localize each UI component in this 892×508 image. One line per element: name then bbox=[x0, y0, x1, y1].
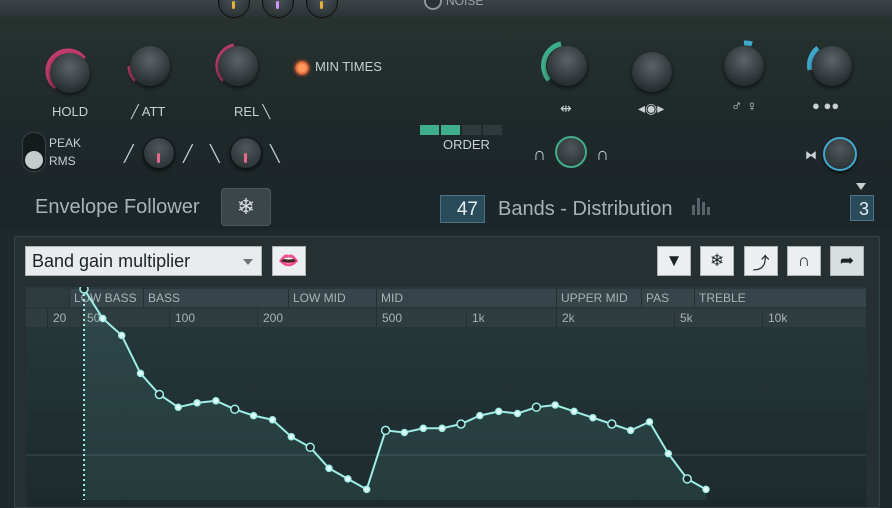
min-times-label: MIN TIMES bbox=[315, 59, 382, 74]
curve-point[interactable] bbox=[230, 404, 240, 415]
order-value[interactable]: 3 bbox=[850, 195, 874, 221]
curve-point[interactable] bbox=[174, 403, 182, 411]
lips-button[interactable]: 👄 bbox=[272, 246, 306, 276]
curve-point[interactable] bbox=[645, 418, 654, 426]
magnet-icon: ∩ bbox=[797, 251, 811, 270]
order-caret-icon[interactable] bbox=[856, 183, 866, 190]
curve-point[interactable] bbox=[494, 407, 503, 416]
curve-point[interactable] bbox=[99, 314, 107, 323]
mode-select-value: Band gain multiplier bbox=[32, 251, 191, 271]
curve-point[interactable] bbox=[362, 485, 371, 494]
order-label: ORDER bbox=[443, 137, 490, 152]
curve-icon: ⤴ bbox=[752, 253, 770, 273]
shape-small-knob[interactable] bbox=[555, 136, 587, 168]
dropdown-button[interactable]: ▼ bbox=[657, 246, 691, 276]
curve-point[interactable] bbox=[513, 409, 522, 418]
snowflake-icon: ❄ bbox=[236, 194, 256, 219]
curve-point[interactable] bbox=[380, 425, 391, 436]
magnet-button[interactable]: ∩ bbox=[787, 246, 821, 276]
curve-point[interactable] bbox=[193, 399, 201, 407]
order-segment bbox=[420, 125, 439, 135]
order-segment bbox=[462, 125, 481, 135]
tool-button[interactable]: ➦ bbox=[830, 246, 864, 276]
curve-point[interactable] bbox=[117, 331, 126, 340]
peak-rms-switch[interactable] bbox=[22, 132, 46, 172]
curve-point[interactable] bbox=[154, 389, 165, 400]
freeze-button[interactable]: ❄ bbox=[221, 188, 271, 226]
curve-point[interactable] bbox=[438, 424, 446, 433]
gender-icon: ♂ ♀ bbox=[731, 98, 758, 115]
rel-curve-knob[interactable] bbox=[230, 137, 262, 169]
lips-width-icon: ◂◉▸ bbox=[638, 100, 665, 116]
att-knob[interactable] bbox=[124, 40, 176, 92]
curve-point[interactable] bbox=[268, 416, 277, 424]
voices-icon: ● ●● bbox=[812, 98, 840, 113]
curve-point[interactable] bbox=[249, 411, 258, 420]
order-segment bbox=[483, 125, 502, 135]
curve-point[interactable] bbox=[400, 428, 409, 437]
width-icon: ⇹ bbox=[560, 100, 572, 116]
freeze-graph-button[interactable]: ❄ bbox=[700, 246, 734, 276]
rel-label: REL ╲ bbox=[234, 104, 271, 119]
peak-shape-icon: ∩ bbox=[596, 144, 609, 164]
rel-curve-left-icon: ╲ bbox=[210, 146, 220, 163]
hold-label: HOLD bbox=[52, 104, 89, 119]
curve-point[interactable] bbox=[325, 464, 333, 473]
curve-point[interactable] bbox=[476, 411, 484, 420]
peak-label: PEAK bbox=[49, 136, 82, 150]
curve-point[interactable] bbox=[287, 432, 296, 441]
hold-knob[interactable] bbox=[44, 47, 96, 99]
curve-point[interactable] bbox=[212, 397, 220, 405]
curve-area bbox=[84, 289, 706, 500]
rel-curve-right-icon: ╲ bbox=[270, 146, 280, 163]
order-segment bbox=[441, 125, 460, 135]
snowflake-icon: ❄ bbox=[709, 251, 725, 270]
mode-select[interactable]: Band gain multiplier bbox=[25, 246, 262, 276]
curve-point[interactable] bbox=[456, 419, 466, 429]
bowtie-icon: ⧓ bbox=[805, 148, 817, 162]
spread-knob[interactable] bbox=[823, 137, 857, 171]
min-times-toggle[interactable] bbox=[293, 59, 311, 77]
voices-knob[interactable] bbox=[806, 40, 858, 92]
att-label: ╱ ATT bbox=[131, 104, 166, 119]
curve-point[interactable] bbox=[682, 474, 692, 484]
curve-point[interactable] bbox=[589, 413, 597, 422]
bands-count[interactable]: 47 bbox=[440, 195, 485, 223]
curve-point[interactable] bbox=[305, 442, 315, 453]
lips-icon: 👄 bbox=[278, 251, 300, 270]
curve-point[interactable] bbox=[531, 402, 542, 412]
shape-knob[interactable] bbox=[626, 46, 678, 98]
curve-button[interactable]: ⤴ bbox=[744, 246, 778, 276]
chevron-down-icon bbox=[243, 259, 253, 265]
curve-point[interactable] bbox=[79, 287, 89, 294]
curve-point[interactable] bbox=[626, 426, 635, 435]
gain-curve[interactable] bbox=[26, 287, 866, 500]
arrow-right-icon: ➦ bbox=[839, 251, 855, 270]
att-curve-knob[interactable] bbox=[143, 137, 175, 169]
curve-point[interactable] bbox=[607, 419, 617, 429]
distribution-icon bbox=[690, 193, 714, 222]
gender-knob[interactable] bbox=[718, 40, 770, 92]
band-graph[interactable]: LOW BASS BASS LOW MID MID UPPER MID PAS … bbox=[26, 287, 866, 507]
curve-point[interactable] bbox=[344, 475, 352, 483]
bands-title: Bands - Distribution bbox=[498, 198, 673, 220]
rel-knob[interactable] bbox=[212, 40, 264, 92]
rms-label: RMS bbox=[49, 154, 76, 168]
chevron-down-icon: ▼ bbox=[665, 251, 683, 270]
curve-point[interactable] bbox=[551, 401, 559, 409]
att-curve-left-icon: ╱ bbox=[124, 146, 134, 163]
curve-point[interactable] bbox=[136, 369, 145, 378]
att-curve-right-icon: ╱ bbox=[183, 146, 193, 163]
envelope-title: Envelope Follower bbox=[35, 196, 200, 218]
valley-icon: ∩ bbox=[533, 144, 546, 164]
noise-label: NOISE bbox=[446, 0, 484, 8]
curve-point[interactable] bbox=[419, 424, 428, 433]
curve-point[interactable] bbox=[702, 485, 710, 494]
curve-point[interactable] bbox=[664, 449, 673, 458]
width-knob[interactable] bbox=[541, 40, 593, 92]
curve-point[interactable] bbox=[570, 407, 578, 416]
